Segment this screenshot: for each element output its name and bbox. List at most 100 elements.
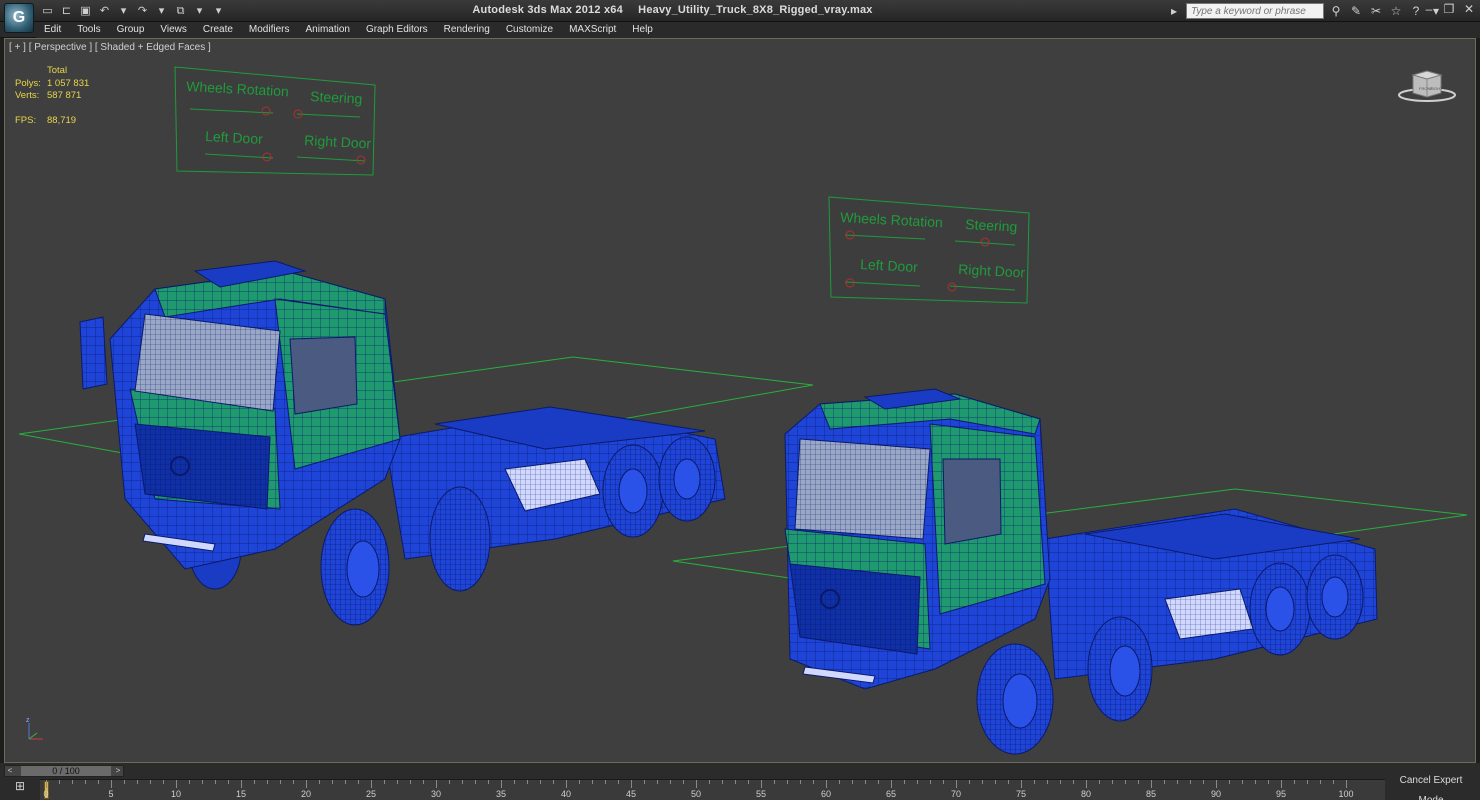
menu-maxscript[interactable]: MAXScript <box>561 22 624 38</box>
title-bar: ▭ ⊏ ▣ ↶ ▾ ↷ ▾ ⧉ ▾ ▾ Autodesk 3ds Max 201… <box>0 0 1480 22</box>
stats-fps-label: FPS: <box>15 114 37 126</box>
ruler-tick-label: 70 <box>950 789 962 799</box>
ruler-tick <box>319 780 320 784</box>
ruler-tick <box>995 780 996 784</box>
favorites-star-icon[interactable]: ☆ <box>1388 3 1404 19</box>
stats-polys-label: Polys: <box>15 77 41 89</box>
ruler-tick <box>1242 780 1243 784</box>
stats-verts-label: Verts: <box>15 90 40 101</box>
ruler-tick <box>930 780 931 784</box>
restore-icon[interactable]: ❐ <box>1442 2 1456 16</box>
keyword-search-input[interactable] <box>1186 3 1324 19</box>
minimize-icon[interactable]: – <box>1422 2 1436 16</box>
time-prev-arrow-icon[interactable]: < <box>5 766 15 776</box>
binoculars-icon[interactable]: ⚲ <box>1328 3 1344 19</box>
ruler-tick <box>1229 780 1230 784</box>
menu-rendering[interactable]: Rendering <box>436 22 498 38</box>
ruler-tick <box>1008 780 1009 784</box>
rig-control-panel-2[interactable]: Wheels Rotation Steering Left Door Right… <box>828 196 1030 304</box>
ruler-tick <box>306 780 307 788</box>
ruler-tick <box>800 780 801 784</box>
ruler-tick <box>904 780 905 784</box>
ruler-tick <box>774 780 775 784</box>
menu-views[interactable]: Views <box>152 22 195 38</box>
scene-render: Wheels Rotation Steering Left Door Right… <box>18 66 1468 755</box>
menu-graph-editors[interactable]: Graph Editors <box>358 22 436 38</box>
menu-create[interactable]: Create <box>195 22 241 38</box>
ruler-tick <box>1320 780 1321 784</box>
ruler-tick-label: 15 <box>235 789 247 799</box>
viewcube-right-label: RIGHT <box>1430 86 1443 91</box>
viewport-label[interactable]: [ + ] [ Perspective ] [ Shaded + Edged F… <box>9 42 211 53</box>
ruler-tick <box>618 780 619 784</box>
window-controls: – ❐ ✕ <box>1422 2 1476 16</box>
ruler-tick <box>501 780 502 788</box>
menu-help[interactable]: Help <box>624 22 661 38</box>
menu-tools[interactable]: Tools <box>69 22 108 38</box>
time-slider-frame[interactable]: 0 / 100 <box>21 766 111 776</box>
viewcube-icon[interactable]: FRONT RIGHT <box>1397 69 1457 105</box>
ruler-tick <box>891 780 892 788</box>
ruler-tick <box>1125 780 1126 784</box>
ruler-tick <box>1307 780 1308 784</box>
ruler-tick-label: 10 <box>170 789 182 799</box>
ruler-tick <box>449 780 450 784</box>
ruler-tick <box>1151 780 1152 788</box>
ruler-tick <box>98 780 99 784</box>
ruler-tick-label: 0 <box>43 789 49 799</box>
rig-control-panel-1[interactable]: Wheels Rotation Steering Left Door Right… <box>174 66 376 176</box>
close-icon[interactable]: ✕ <box>1462 2 1476 16</box>
timeline-area: < 0 / 100 > ⊞ 0 5 10 15 20 25 30 35 40 45 50 55 60 65… <box>0 763 1480 800</box>
stats-polys-value: 1 057 831 <box>47 77 90 89</box>
track-bar-icon[interactable]: ⊞ <box>10 779 30 797</box>
ruler-tick-label: 75 <box>1015 789 1027 799</box>
ruler-tick <box>436 780 437 788</box>
menu-edit[interactable]: Edit <box>36 22 69 38</box>
track-bar[interactable]: 0 5 10 15 20 25 30 35 40 45 50 55 60 65 70 75 80 85 90 95 10… <box>40 779 1385 800</box>
ruler-tick <box>475 780 476 784</box>
menu-modifiers[interactable]: Modifiers <box>241 22 298 38</box>
ruler-tick <box>865 780 866 784</box>
ruler-tick <box>189 780 190 784</box>
time-next-arrow-icon[interactable]: > <box>113 766 123 776</box>
time-slider[interactable]: < 0 / 100 > <box>4 765 124 777</box>
menu-group[interactable]: Group <box>109 22 153 38</box>
ruler-tick <box>410 780 411 784</box>
communication-center-icon[interactable]: ✎ <box>1348 3 1364 19</box>
ruler-tick <box>631 780 632 788</box>
ruler-tick <box>371 780 372 788</box>
ruler-tick-label: 25 <box>365 789 377 799</box>
ruler-tick <box>241 780 242 788</box>
ruler-tick <box>683 780 684 784</box>
ruler-tick <box>566 780 567 788</box>
ruler-tick <box>85 780 86 784</box>
3dsmax-logo-icon[interactable]: G <box>4 3 34 33</box>
truck-model-left[interactable] <box>79 260 726 626</box>
ruler-tick <box>813 780 814 784</box>
ruler-tick <box>761 780 762 788</box>
ruler-tick <box>826 780 827 788</box>
expand-search-icon[interactable]: ▸ <box>1166 3 1182 19</box>
ruler-tick <box>982 780 983 784</box>
truck-model-right[interactable] <box>784 388 1378 755</box>
statistics-overlay: Total Polys: 1 057 831 Verts: 587 871 FPS:… <box>15 65 89 127</box>
ruler-tick <box>943 780 944 784</box>
ruler-tick-label: 90 <box>1210 789 1222 799</box>
ruler-tick <box>657 780 658 784</box>
ruler-tick-label: 95 <box>1275 789 1287 799</box>
panel1-left-door-label: Left Door <box>205 128 264 147</box>
ruler-tick-label: 55 <box>755 789 767 799</box>
ruler-tick <box>228 780 229 784</box>
ruler-tick <box>1164 780 1165 784</box>
ruler-tick <box>1177 780 1178 784</box>
subscription-icon[interactable]: ✂ <box>1368 3 1384 19</box>
perspective-viewport[interactable]: Wheels Rotation Steering Left Door Right… <box>4 38 1476 763</box>
ruler-tick <box>1034 780 1035 784</box>
ruler-tick <box>46 780 47 788</box>
ruler-tick <box>917 780 918 784</box>
menu-customize[interactable]: Customize <box>498 22 561 38</box>
cancel-expert-mode-button[interactable]: Cancel Expert Mode <box>1386 771 1476 800</box>
ruler-tick <box>280 780 281 784</box>
ruler-tick <box>592 780 593 784</box>
menu-animation[interactable]: Animation <box>297 22 357 38</box>
